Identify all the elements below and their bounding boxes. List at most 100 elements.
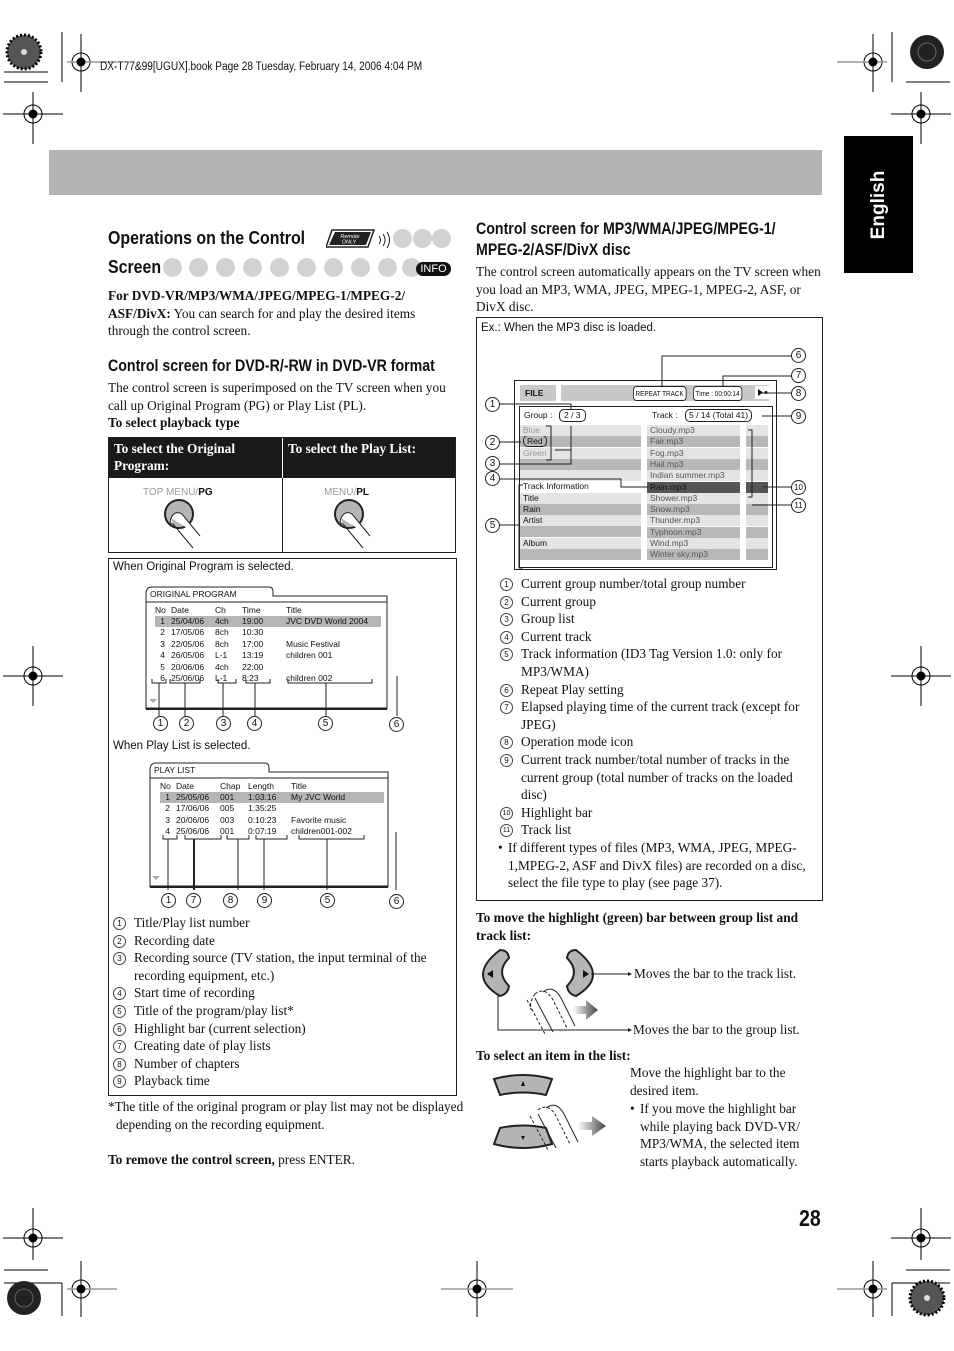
remove-bold: To remove the control screen, <box>108 1152 275 1167</box>
table-cell: 005 <box>220 803 235 814</box>
legend-text: Start time of recording <box>134 985 255 1001</box>
footnote: *The title of the original program or pl… <box>108 1099 464 1132</box>
header-band <box>49 150 822 195</box>
legend-text: Recording source (TV station, the input … <box>134 950 427 983</box>
legend-number: 9 <box>500 753 513 767</box>
table-row[interactable]: 1 25/05/06 001 1:03:16 My JVC World <box>160 792 384 803</box>
playback-type-table: To select the Original Program: To selec… <box>108 437 456 553</box>
header-no: No <box>155 605 166 615</box>
header-title: Title <box>286 605 302 615</box>
screen-tab-label: PLAY LIST <box>154 765 196 775</box>
table-cell: 3 <box>160 638 165 649</box>
legend-text: Track information (ID3 Tag Version 1.0: … <box>521 646 783 679</box>
playlist-callout-lines <box>162 832 397 890</box>
table-cell: 20/06/06 <box>171 661 205 672</box>
dvdvr-legend: 1 Title/Play list number 2 Recording date 3 R… <box>113 914 453 1090</box>
left-cursor-button <box>482 948 511 998</box>
legend-text: Current track number/total number of tra… <box>521 751 793 803</box>
legend-text: Track list <box>521 822 572 838</box>
table-cell: 20/06/06 <box>176 814 210 825</box>
section-title-line1: Operations on the Control <box>108 227 306 248</box>
legend-item: 5 Title of the program/play list* <box>113 1002 453 1020</box>
table-row[interactable]: 4 26/05/06 L-1 13:19 children 001 <box>155 650 381 661</box>
legend-number: 1 <box>500 578 513 591</box>
table-cell: 4ch <box>215 661 229 672</box>
table-cell: 22:00 <box>242 661 264 672</box>
table-cell: 001 <box>220 792 235 802</box>
legend-item: 7 Creating date of play lists <box>113 1037 453 1055</box>
table-cell: 25/04/06 <box>171 616 205 626</box>
table-cell: 2 <box>160 627 165 638</box>
table-header-playlist: To select the Play List: <box>283 438 455 478</box>
move-highlight-heading: To move the highlight (green) bar betwee… <box>476 910 798 943</box>
header-no: No <box>160 781 171 791</box>
table-cell: children 001 <box>286 650 333 661</box>
callout-9: 9 <box>257 893 272 908</box>
remote-only-badge: Remote ONLY <box>324 228 390 249</box>
table-row[interactable]: 1 25/04/06 4ch 19:00 JVC DVD World 2004 <box>155 616 381 627</box>
bullet: • <box>630 1101 635 1116</box>
table-cell: 1 <box>160 616 165 626</box>
legend-item: 9 Current track number/total number of tr… <box>500 751 820 804</box>
mp3-heading-line2: MPEG-2/ASF/DivX disc <box>476 241 631 259</box>
legend-text: Elapsed playing time of the current trac… <box>521 699 800 732</box>
language-label: English <box>867 170 889 239</box>
callout-4: 4 <box>247 716 262 731</box>
callout-1: 1 <box>161 893 176 908</box>
callout-6: 6 <box>389 894 404 909</box>
legend-number: 9 <box>113 1075 126 1089</box>
table-header-original: To select the Original Program: <box>109 438 282 478</box>
legend-item: 4 Current track <box>500 628 820 646</box>
table-cell: 17/06/06 <box>176 803 210 814</box>
legend-number: 5 <box>500 648 513 662</box>
header-ch: Ch <box>215 605 226 615</box>
file-type-note: • If different types of files (MP3, WMA, … <box>498 839 830 892</box>
select-item-note: • If you move the highlight bar while pla… <box>630 1100 820 1170</box>
section-title-line2: Screen <box>108 256 162 277</box>
callout-6: 6 <box>791 348 806 363</box>
legend-text: Highlight bar <box>521 804 593 820</box>
header-chap: Chap <box>220 781 241 791</box>
legend-item: 1 Title/Play list number <box>113 914 453 932</box>
legend-text: Creating date of play lists <box>134 1038 271 1054</box>
legend-item: 11 Track list <box>500 821 820 839</box>
menu-pl-button[interactable]: MENU/PL <box>283 478 455 552</box>
legend-number: 11 <box>500 824 513 838</box>
legend-item: 6 Highlight bar (current selection) <box>113 1020 453 1038</box>
mp3-callout-lines <box>498 355 792 569</box>
table-cell: L-1 <box>215 650 228 661</box>
screen-headers: No Date Chap Length Title <box>160 781 390 792</box>
dvdvr-text: The control screen is superimposed on th… <box>108 380 446 413</box>
mp3-intro: The control screen automatically appears… <box>476 264 821 314</box>
legend-number: 10 <box>500 806 513 820</box>
table-row[interactable]: 2 17/05/06 8ch 10:30 <box>155 627 381 638</box>
callout-9: 9 <box>791 409 806 424</box>
select-item-heading: To select an item in the list: <box>476 1048 631 1063</box>
callout-3: 3 <box>485 456 500 471</box>
legend-item: 6 Repeat Play setting <box>500 681 820 699</box>
move-left-text: Moves the bar to the group list. <box>633 1022 800 1037</box>
table-cell: 26/05/06 <box>171 650 205 661</box>
table-row[interactable]: 3 20/06/06 003 0:10:23 Favorite music <box>160 815 384 826</box>
legend-text: Playback time <box>134 1073 210 1089</box>
select-item-text: Move the highlight bar to the desired it… <box>630 1065 786 1098</box>
table-row[interactable]: 3 22/05/06 8ch 17:00 Music Festival <box>155 639 381 650</box>
select-playback-heading: To select playback type <box>108 415 240 430</box>
finger-press-icon <box>164 499 201 549</box>
table-cell: 19:00 <box>242 616 264 626</box>
playlist-caption: When Play List is selected. <box>113 740 251 752</box>
table-cell: 8ch <box>215 638 229 649</box>
table-row[interactable]: 5 20/06/06 4ch 22:00 <box>155 662 381 673</box>
legend-item: 7 Elapsed playing time of the current tra… <box>500 698 820 733</box>
legend-item: 8 Number of chapters <box>113 1055 453 1073</box>
callout-8: 8 <box>791 386 806 401</box>
legend-item: 2 Recording date <box>113 932 453 950</box>
table-row[interactable]: 2 17/06/06 005 1:35:25 <box>160 803 384 814</box>
table-cell: 25/05/06 <box>176 792 210 802</box>
top-menu-pg-button[interactable]: TOP MENU/PG <box>109 478 282 552</box>
table-cell: JVC DVD World 2004 <box>286 616 369 626</box>
table-cell: 003 <box>220 814 235 825</box>
table-cell: 1:35:25 <box>248 803 277 814</box>
original-caption: When Original Program is selected. <box>113 561 294 573</box>
legend-item: 1 Current group number/total group number <box>500 575 820 593</box>
